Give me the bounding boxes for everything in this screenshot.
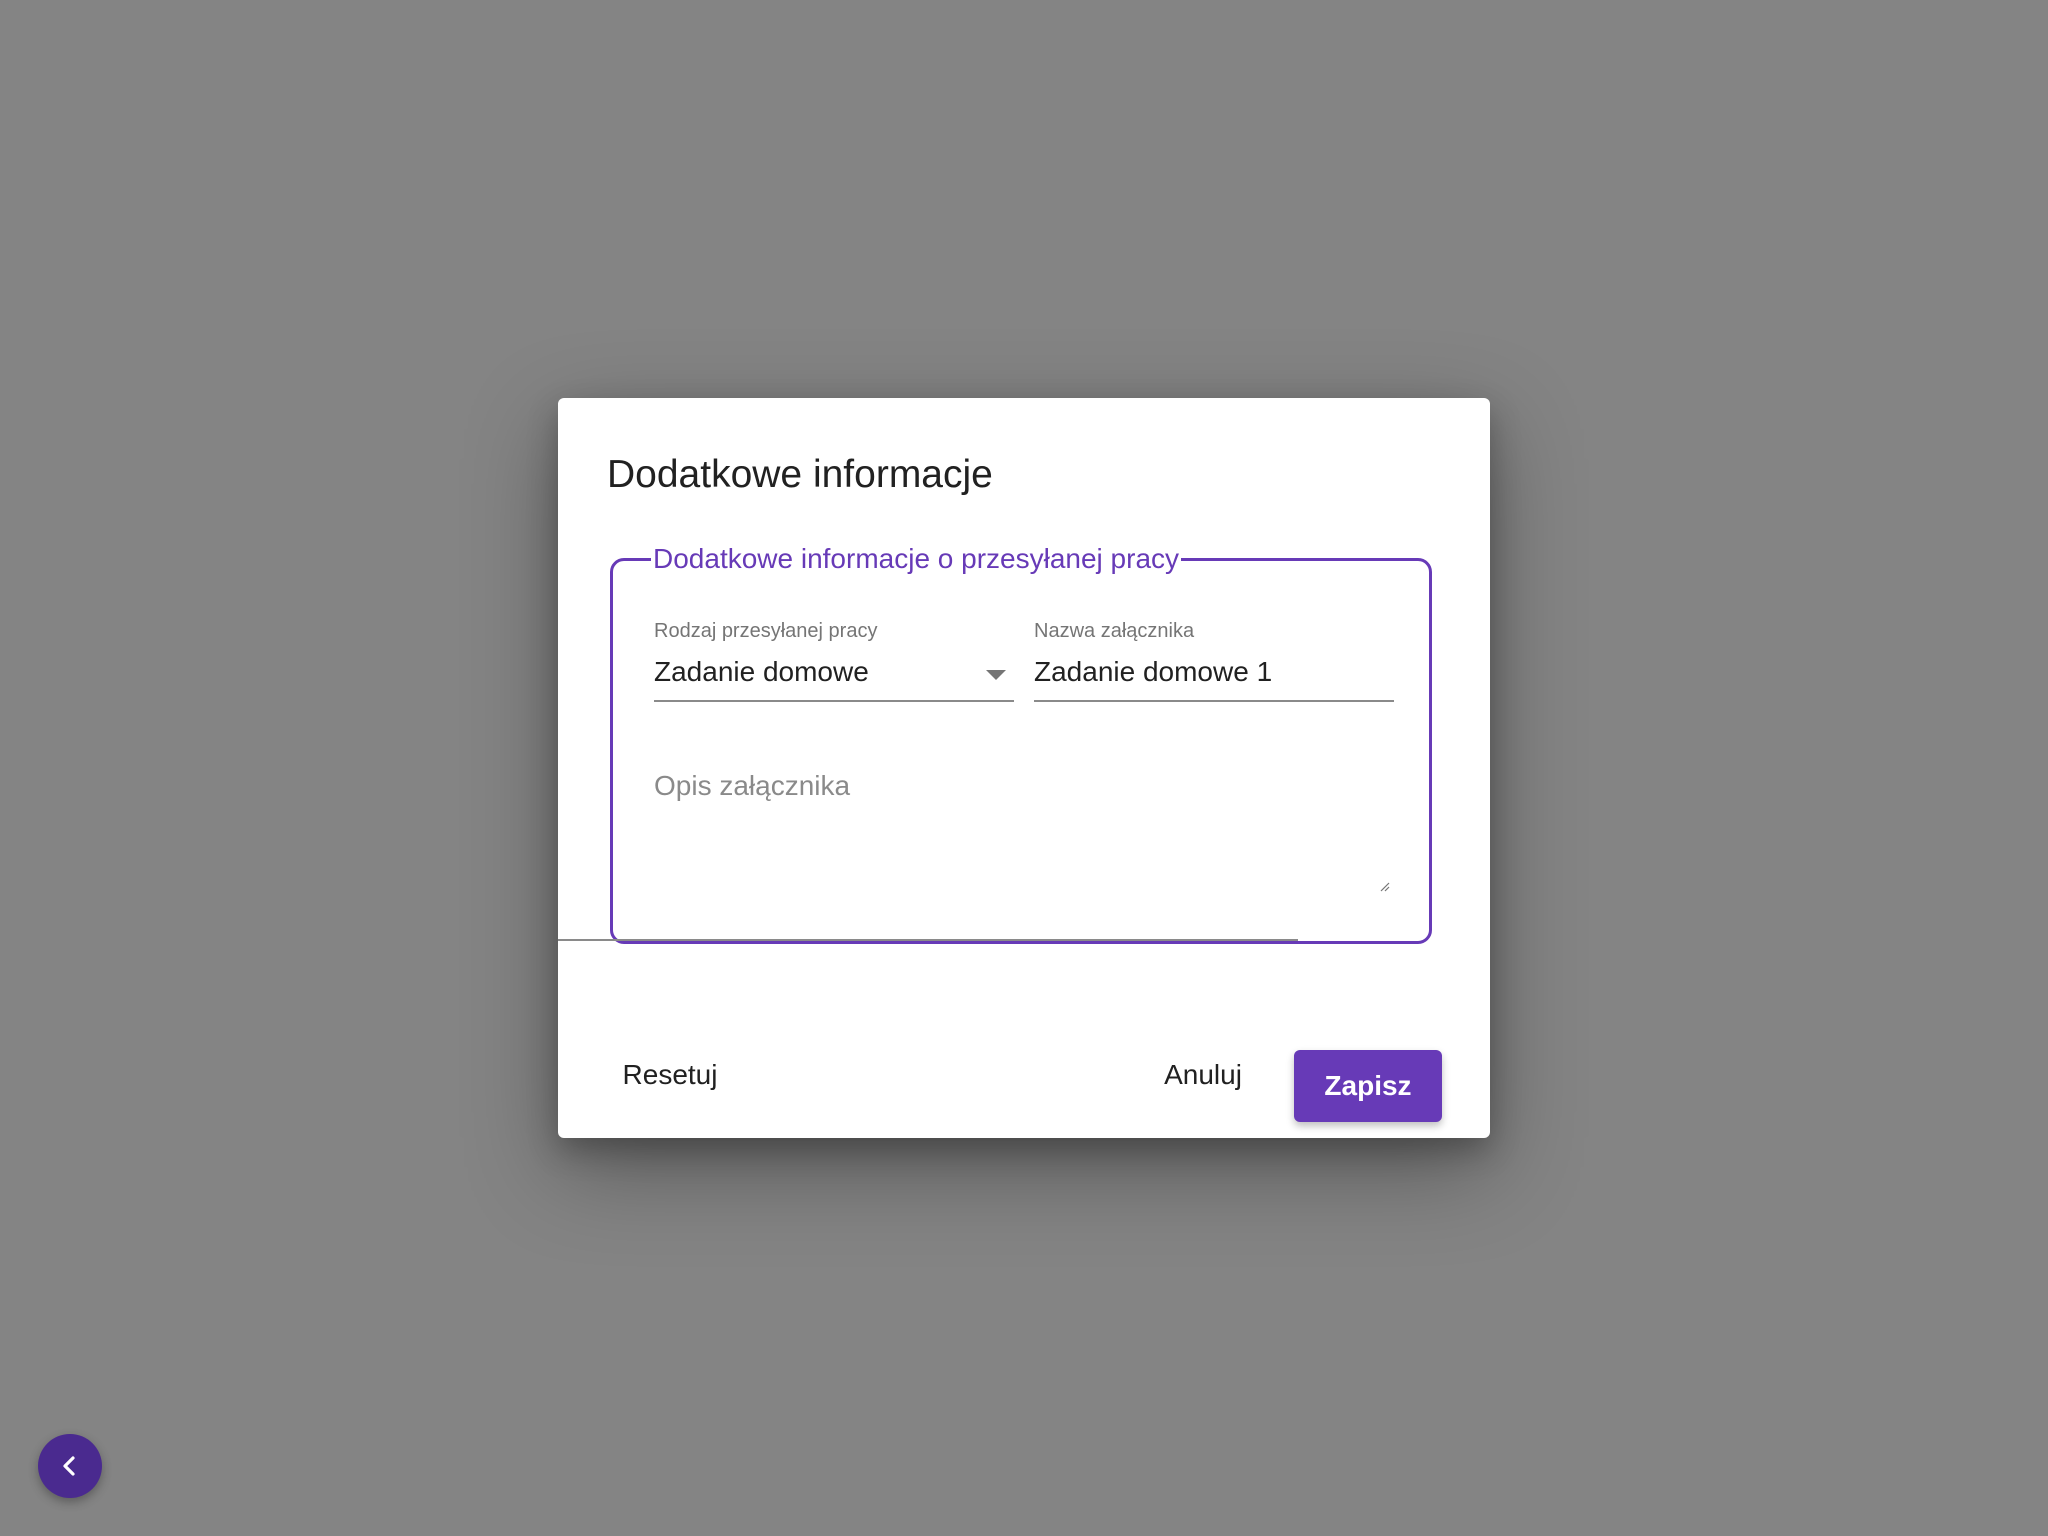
attachment-name-label: Nazwa załącznika xyxy=(1034,620,1195,642)
caret-down-icon[interactable] xyxy=(986,670,1006,680)
work-type-select[interactable]: Rodzaj przesyłanej pracy Zadanie domowe xyxy=(654,620,1014,704)
cancel-button[interactable]: Anuluj xyxy=(1150,1050,1256,1100)
chevron-left-icon xyxy=(63,1456,75,1476)
dialog-title: Dodatkowe informacje xyxy=(607,453,993,496)
attachment-name-field[interactable]: Nazwa załącznika Zadanie domowe 1 xyxy=(1034,620,1394,704)
attachment-description-textarea[interactable]: Opis załącznika xyxy=(654,760,1394,880)
attachment-description-placeholder: Opis załącznika xyxy=(654,770,851,801)
resize-handle-icon[interactable] xyxy=(1380,882,1390,892)
save-button[interactable]: Zapisz xyxy=(1294,1050,1442,1122)
group-legend: Dodatkowe informacje o przesyłanej pracy xyxy=(653,543,1180,574)
attachment-info-group: Dodatkowe informacje o przesyłanej pracy xyxy=(610,544,1432,944)
attachment-description-underline xyxy=(558,939,1298,941)
attachment-name-underline xyxy=(1034,700,1394,702)
work-type-label: Rodzaj przesyłanej pracy xyxy=(654,620,878,642)
reset-button[interactable]: Resetuj xyxy=(614,1050,726,1100)
attachment-name-input[interactable]: Zadanie domowe 1 xyxy=(1034,656,1272,688)
work-type-underline xyxy=(654,700,1014,702)
work-type-value: Zadanie domowe xyxy=(654,656,869,687)
additional-info-dialog: Dodatkowe informacje Dodatkowe informacj… xyxy=(558,398,1490,1138)
back-fab-button[interactable] xyxy=(38,1434,102,1498)
